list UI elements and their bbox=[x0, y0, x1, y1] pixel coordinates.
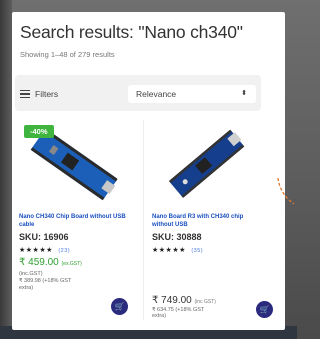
price-value: ₹ 459.00 bbox=[19, 257, 59, 268]
price-line: extra) bbox=[152, 313, 167, 319]
add-to-cart-button[interactable]: 🛒 bbox=[111, 298, 128, 315]
card-divider bbox=[143, 120, 144, 320]
product-sku: SKU: 16906 bbox=[19, 232, 69, 242]
price-line: extra) bbox=[19, 285, 34, 291]
product-name[interactable]: Nano Board R3 with CH340 chip without US… bbox=[152, 213, 260, 229]
sort-selected-value: Relevance bbox=[136, 89, 177, 99]
product-card[interactable]: Nano Board R3 with CH340 chip without US… bbox=[148, 118, 273, 319]
star-icons: ★★★★★ bbox=[152, 247, 186, 254]
review-count[interactable]: (23) bbox=[58, 248, 70, 254]
discount-badge: -40% bbox=[24, 125, 54, 138]
chevron-updown-icon: ⬍ bbox=[241, 90, 247, 97]
frame-left-edge bbox=[0, 0, 12, 339]
page-title: Search results: "Nano ch340" bbox=[20, 22, 243, 42]
rating-stars: ★★★★★ (23) bbox=[19, 246, 70, 254]
product-price: ₹ 749.00 (inc GST) bbox=[152, 295, 216, 306]
star-icons: ★★★★★ bbox=[19, 247, 53, 254]
product-image[interactable] bbox=[148, 118, 264, 208]
product-sku: SKU: 30888 bbox=[152, 232, 202, 242]
cart-icon: 🛒 bbox=[114, 302, 125, 311]
decorative-curve bbox=[277, 177, 295, 205]
price-line: (inc.GST) bbox=[19, 271, 43, 277]
filters-label: Filters bbox=[35, 89, 59, 99]
product-card[interactable]: Nano CH340 Chip Board without USB cable … bbox=[15, 118, 131, 318]
product-name[interactable]: Nano CH340 Chip Board without USB cable bbox=[19, 213, 127, 229]
product-price: ₹ 459.00 (ex.GST) bbox=[19, 257, 82, 268]
rating-stars: ★★★★★ (35) bbox=[152, 246, 203, 254]
sort-dropdown[interactable]: Relevance ⬍ bbox=[128, 85, 256, 103]
price-note: (inc GST) bbox=[194, 299, 216, 305]
cart-icon: 🛒 bbox=[259, 305, 270, 314]
review-count[interactable]: (35) bbox=[191, 248, 203, 254]
results-count: Showing 1–48 of 279 results bbox=[20, 50, 115, 59]
filter-icon bbox=[20, 90, 30, 98]
price-value: ₹ 749.00 bbox=[152, 295, 192, 306]
price-note: (ex.GST) bbox=[61, 261, 82, 267]
price-line: ₹ 389.98 (+18% GST bbox=[19, 278, 72, 284]
add-to-cart-button[interactable]: 🛒 bbox=[256, 301, 273, 318]
filters-button[interactable]: Filters bbox=[20, 89, 58, 99]
